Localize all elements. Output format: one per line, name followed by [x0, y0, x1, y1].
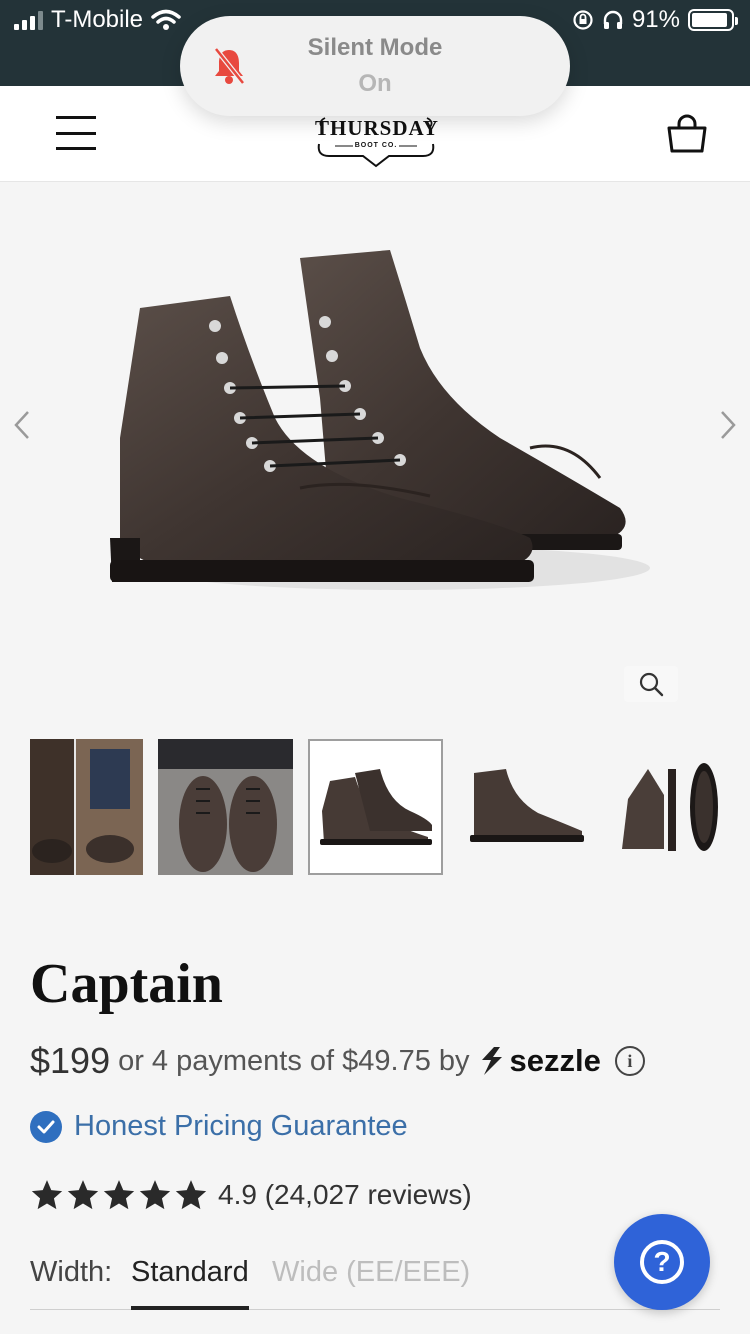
cellular-signal-icon: [14, 10, 43, 30]
thumbnail-sole-image: [622, 763, 718, 851]
status-right: 91%: [572, 6, 738, 34]
question-icon: ?: [640, 1240, 684, 1284]
star-icon: [31, 1180, 63, 1210]
toast-title: Silent Mode: [307, 34, 443, 61]
rating-summary[interactable]: 4.9 (24,027 reviews): [218, 1179, 472, 1211]
help-chat-button[interactable]: ?: [614, 1214, 710, 1310]
carrier-name: T-Mobile: [51, 6, 144, 33]
thumbnail-1[interactable]: [30, 739, 143, 875]
menu-icon[interactable]: [56, 116, 96, 150]
silent-mode-toast: Silent Mode On: [180, 16, 570, 116]
product-price: $199: [30, 1040, 111, 1081]
sezzle-logo[interactable]: sezzle: [478, 1043, 601, 1079]
thumbnail-pair-image: [320, 769, 432, 845]
magnifier-icon: [639, 672, 664, 697]
logo-subtext: BOOT CO.: [354, 142, 398, 149]
installment-text: or 4 payments of $49.75 by: [118, 1044, 470, 1077]
width-option-standard[interactable]: Standard: [131, 1254, 249, 1310]
thumbnail-5[interactable]: [608, 739, 730, 875]
star-icon: [67, 1180, 99, 1210]
chevron-right-icon[interactable]: [718, 410, 738, 440]
sezzle-icon: [481, 1047, 502, 1075]
sezzle-wordmark: sezzle: [509, 1043, 601, 1078]
thumbnail-topview-image: [158, 739, 293, 875]
brand-logo[interactable]: THURSDAY BOOT CO.: [315, 108, 439, 172]
width-option-wide[interactable]: Wide (EE/EEE): [272, 1256, 470, 1289]
battery-percent: 91%: [631, 6, 680, 33]
product-image-carousel[interactable]: [0, 182, 750, 720]
thumbnail-3-selected[interactable]: [308, 739, 443, 875]
toast-state: On: [358, 70, 392, 97]
star-icon: [139, 1180, 171, 1210]
thumbnail-side-image: [470, 769, 584, 842]
rating-row[interactable]: 4.9 (24,027 reviews): [30, 1178, 472, 1212]
honest-pricing-guarantee[interactable]: Honest Pricing Guarantee: [30, 1110, 408, 1143]
thumbnail-strip: [30, 739, 730, 875]
rotation-lock-icon: [573, 10, 593, 30]
guarantee-link[interactable]: Honest Pricing Guarantee: [74, 1110, 408, 1143]
wifi-icon: [151, 9, 181, 30]
star-icon: [103, 1180, 135, 1210]
thumbnail-2[interactable]: [158, 739, 293, 875]
checkmark-badge-icon: [30, 1110, 62, 1143]
thumbnail-lifestyle-image: [30, 739, 143, 875]
price-row: $199 or 4 payments of $49.75 by sezzle i: [30, 1040, 645, 1082]
product-title: Captain: [30, 953, 223, 1015]
thumbnail-4[interactable]: [458, 739, 593, 875]
chevron-left-icon[interactable]: [12, 410, 32, 440]
battery-icon: [688, 9, 738, 31]
info-icon[interactable]: i: [614, 1046, 645, 1076]
headphones-icon: [603, 10, 623, 29]
shopping-bag-icon[interactable]: [666, 114, 708, 154]
star-icon: [175, 1180, 207, 1210]
status-left: T-Mobile: [14, 6, 181, 34]
checkmark-glyph: [37, 1120, 55, 1133]
star-rating: [30, 1178, 208, 1212]
zoom-button[interactable]: [624, 666, 678, 702]
product-boot-image: [110, 250, 650, 590]
logo-wordmark: THURSDAY: [315, 116, 439, 140]
width-label: Width:: [30, 1256, 113, 1288]
